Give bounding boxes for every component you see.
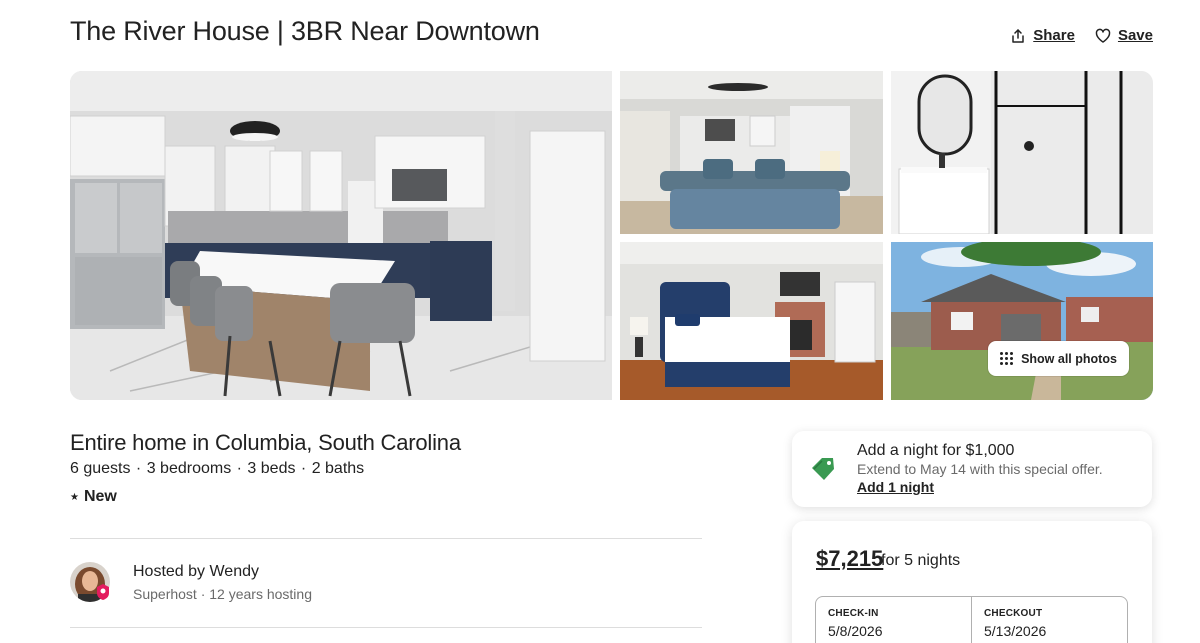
- date-picker: CHECK-IN 5/8/2026 CHECKOUT 5/13/2026: [815, 596, 1128, 643]
- photo-house-exterior[interactable]: [891, 242, 1153, 400]
- new-label: New: [83, 488, 117, 505]
- offer-subtitle: Extend to May 14 with this special offer…: [857, 461, 1103, 477]
- checkout-value: 5/13/2026: [984, 623, 1047, 639]
- checkin-label: CHECK-IN: [828, 608, 879, 619]
- price-tag-icon: [812, 458, 834, 480]
- booking-card: $7,215 for 5 nights CHECK-IN 5/8/2026 CH…: [792, 521, 1152, 643]
- special-offer-card: Add a night for $1,000 Extend to May 14 …: [792, 431, 1152, 507]
- separator: ·: [232, 460, 247, 477]
- beds-count: 3 beds: [247, 460, 296, 477]
- heart-icon: [1095, 28, 1111, 43]
- save-button[interactable]: Save: [1095, 27, 1153, 44]
- add-night-link[interactable]: Add 1 night: [857, 479, 934, 495]
- listing-title: The River House | 3BR Near Downtown: [70, 16, 540, 46]
- bedrooms-count: 3 bedrooms: [146, 460, 232, 477]
- separator: ·: [131, 460, 146, 477]
- header-actions: Share Save: [1010, 27, 1153, 44]
- show-all-photos-label: Show all photos: [1021, 351, 1117, 366]
- checkout-label: CHECKOUT: [984, 608, 1043, 619]
- share-icon: [1012, 28, 1024, 43]
- photo-bathroom[interactable]: [891, 71, 1153, 234]
- grid-icon: [1000, 352, 1014, 365]
- checkout-field[interactable]: CHECKOUT 5/13/2026: [971, 597, 1127, 643]
- listing-type: Entire home in Columbia, South Carolina: [70, 430, 461, 455]
- price-duration: for 5 nights: [881, 552, 961, 569]
- host-name: Hosted by Wendy: [133, 563, 259, 580]
- listing-capacity: 6 guests · 3 bedrooms · 3 beds · 2 baths: [70, 460, 364, 478]
- photo-kitchen[interactable]: [70, 71, 612, 400]
- share-label: Share: [1033, 27, 1075, 44]
- host-info: Hosted by Wendy Superhost · 12 years hos…: [133, 563, 312, 602]
- photo-living-room[interactable]: [620, 71, 883, 234]
- new-listing-badge: ★ New: [70, 488, 117, 506]
- baths-count: 2 baths: [311, 460, 365, 477]
- show-all-photos-button[interactable]: Show all photos: [988, 341, 1129, 376]
- separator: ·: [296, 460, 311, 477]
- photo-bedroom[interactable]: [620, 242, 883, 400]
- checkin-field[interactable]: CHECK-IN 5/8/2026: [816, 597, 971, 643]
- divider: [70, 627, 702, 628]
- share-button[interactable]: Share: [1010, 27, 1075, 44]
- guests-count: 6 guests: [70, 460, 131, 477]
- total-price[interactable]: $7,215: [816, 546, 883, 572]
- star-icon: ★: [70, 491, 79, 503]
- offer-title: Add a night for $1,000: [857, 442, 1015, 459]
- divider: [70, 538, 702, 539]
- checkin-value: 5/8/2026: [828, 623, 883, 639]
- superhost-badge-icon: [97, 584, 109, 600]
- host-subtitle: Superhost · 12 years hosting: [133, 586, 312, 602]
- save-label: Save: [1117, 27, 1153, 44]
